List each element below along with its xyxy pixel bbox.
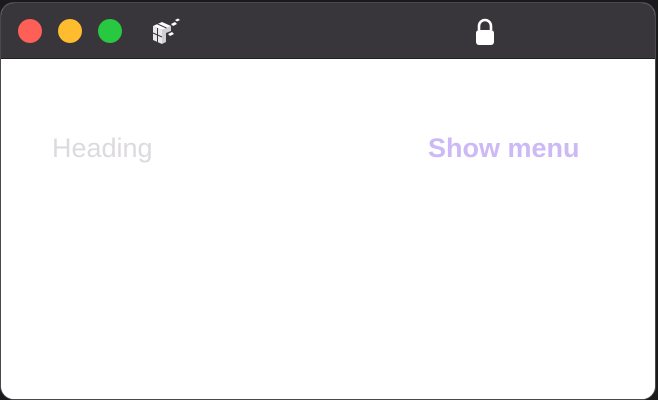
title-bar [1, 3, 655, 59]
page-heading: Heading [52, 133, 153, 163]
lock-icon [476, 18, 494, 45]
zoom-window-button[interactable] [98, 19, 122, 43]
show-menu-button[interactable]: Show menu [428, 131, 580, 165]
page-content: Heading Show menu [1, 59, 655, 399]
browser-window: Heading Show menu [0, 2, 656, 400]
cube-logo-icon [152, 18, 180, 44]
minimize-window-button[interactable] [58, 19, 82, 43]
close-window-button[interactable] [18, 19, 42, 43]
